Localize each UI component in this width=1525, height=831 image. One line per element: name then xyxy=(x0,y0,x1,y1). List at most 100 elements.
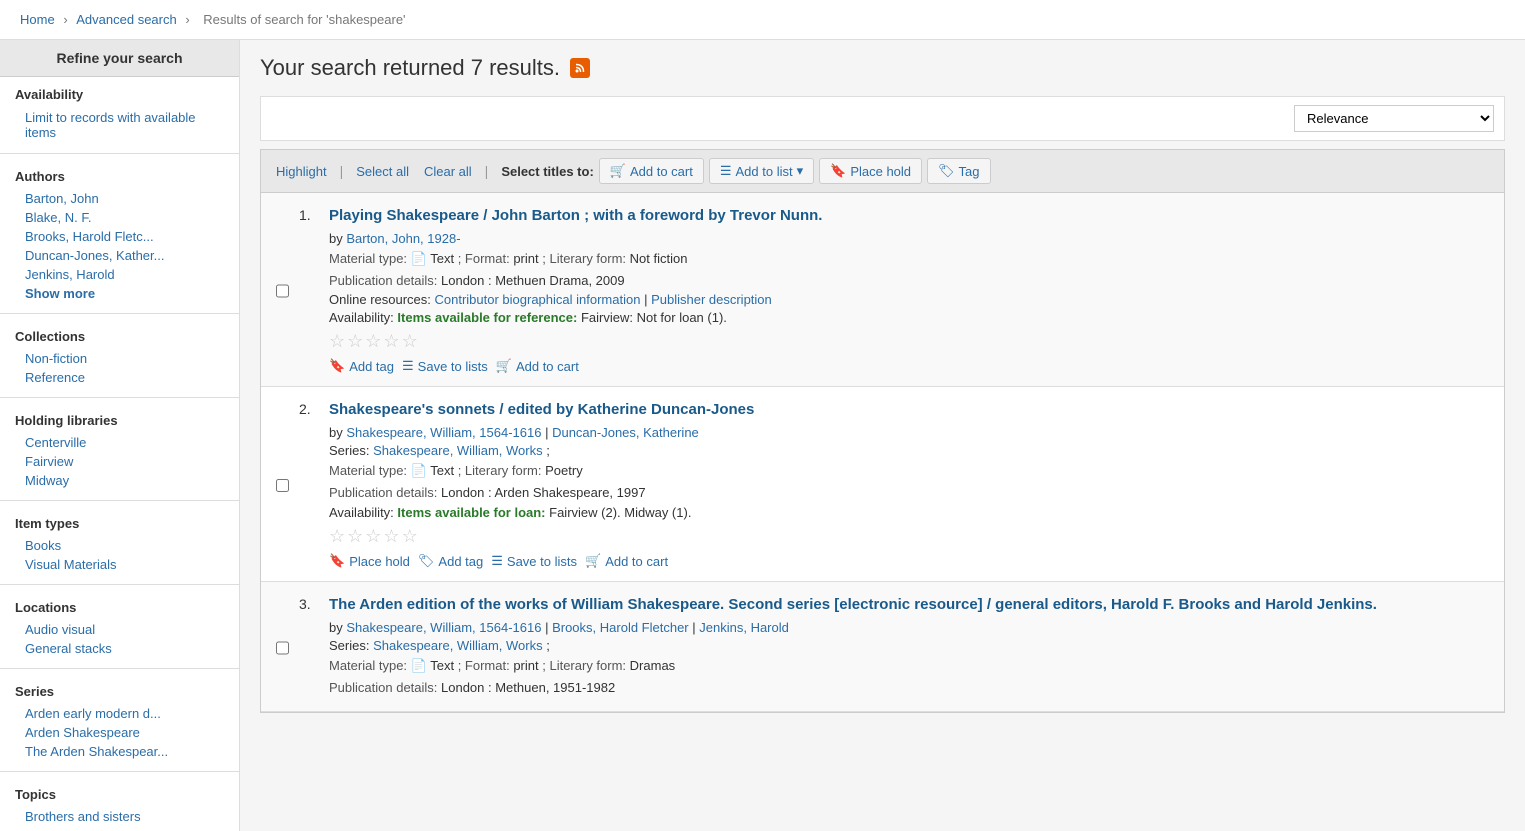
add-tag-link-2[interactable]: 🏷 Add tag xyxy=(418,553,483,569)
save-to-lists-link-2[interactable]: ☰ Save to lists xyxy=(491,553,577,569)
sidebar-availability-link[interactable]: Limit to records with available items xyxy=(15,107,224,143)
result-checkbox-1[interactable] xyxy=(276,208,289,374)
result-author-2-1[interactable]: Duncan-Jones, Katherine xyxy=(552,425,699,440)
sidebar-library-1[interactable]: Fairview xyxy=(15,452,224,471)
online-link-1-0[interactable]: Contributor biographical information xyxy=(435,292,641,307)
sidebar-availability-label: Availability xyxy=(15,87,224,102)
star-1-5[interactable]: ☆ xyxy=(402,331,418,352)
result-item-3: 3. The Arden edition of the works of Wil… xyxy=(261,582,1504,712)
sidebar-series-0[interactable]: Arden early modern d... xyxy=(15,704,224,723)
result-author-1-0[interactable]: Barton, John, 1928- xyxy=(346,231,460,246)
sidebar-series-2[interactable]: The Arden Shakespear... xyxy=(15,742,224,761)
highlight-button[interactable]: Highlight xyxy=(271,162,332,181)
toolbar-sep1: | xyxy=(340,163,344,179)
star-1-2[interactable]: ☆ xyxy=(347,331,363,352)
result-author-3-1[interactable]: Brooks, Harold Fletcher xyxy=(552,620,689,635)
material-icon-1: 📄 xyxy=(411,251,427,266)
avail-status-2: Items available for loan: xyxy=(397,505,545,520)
results-container: 1. Playing Shakespeare / John Barton ; w… xyxy=(260,192,1505,713)
result-byline-1: by Barton, John, 1928- xyxy=(329,231,1489,246)
series-link-2[interactable]: Shakespeare, William, Works xyxy=(373,443,543,458)
online-link-1-1[interactable]: Publisher description xyxy=(651,292,772,307)
add-to-cart-link-2[interactable]: 🛒 Add to cart xyxy=(585,553,668,569)
tag-icon-2: 🏷 xyxy=(418,553,435,569)
result-stars-1[interactable]: ☆ ☆ ☆ ☆ ☆ xyxy=(329,331,1489,352)
sidebar-authors-label: Authors xyxy=(15,169,224,184)
result-checkbox-3[interactable] xyxy=(276,597,289,699)
material-icon-3: 📄 xyxy=(411,658,427,673)
result-actions-1: 🔖 Add tag ☰ Save to lists 🛒 Add to cart xyxy=(329,358,1489,374)
result-publication-3: Publication details: London : Methuen, 1… xyxy=(329,678,1489,698)
series-link-3[interactable]: Shakespeare, William, Works xyxy=(373,638,543,653)
select-all-button[interactable]: Select all xyxy=(351,162,414,181)
result-author-3-2[interactable]: Jenkins, Harold xyxy=(699,620,789,635)
sidebar-topic-0[interactable]: Brothers and sisters xyxy=(15,807,224,826)
star-1-4[interactable]: ☆ xyxy=(383,331,399,352)
sidebar-author-1[interactable]: Blake, N. F. xyxy=(15,208,224,227)
sidebar-itemtypes-section: Item types Books Visual Materials xyxy=(0,506,239,579)
result-title-3[interactable]: The Arden edition of the works of Willia… xyxy=(329,594,1489,615)
sidebar-author-4[interactable]: Jenkins, Harold xyxy=(15,265,224,284)
sidebar-location-0[interactable]: Audio visual xyxy=(15,620,224,639)
toolbar-add-to-cart-button[interactable]: 🛒 Add to cart xyxy=(599,158,704,184)
material-type-label-1: Material type: xyxy=(329,251,411,266)
sidebar-author-3[interactable]: Duncan-Jones, Kather... xyxy=(15,246,224,265)
save-to-lists-link-1[interactable]: ☰ Save to lists xyxy=(402,358,488,374)
sidebar-author-2[interactable]: Brooks, Harold Fletc... xyxy=(15,227,224,246)
toolbar-tag-button[interactable]: 🏷 Tag xyxy=(927,158,990,184)
hold-icon: 🔖 xyxy=(830,163,846,179)
result-publication-1: Publication details: London : Methuen Dr… xyxy=(329,271,1489,291)
result-author-2-0[interactable]: Shakespeare, William, 1564-1616 xyxy=(346,425,541,440)
sidebar-collection-1[interactable]: Reference xyxy=(15,368,224,387)
format-value-3: print xyxy=(513,658,538,673)
sidebar-collection-0[interactable]: Non-fiction xyxy=(15,349,224,368)
sidebar-library-2[interactable]: Midway xyxy=(15,471,224,490)
sort-select[interactable]: Relevance Author Title Date xyxy=(1294,105,1494,132)
result-title-1[interactable]: Playing Shakespeare / John Barton ; with… xyxy=(329,205,1489,226)
sidebar-collections-label: Collections xyxy=(15,329,224,344)
result-title-2[interactable]: Shakespeare's sonnets / edited by Kather… xyxy=(329,399,1489,420)
result-actions-2: 🔖 Place hold 🏷 Add tag ☰ Save to lists 🛒… xyxy=(329,553,1489,569)
sidebar-author-0[interactable]: Barton, John xyxy=(15,189,224,208)
result-meta-material-1: Material type: 📄 Text ; Format: print ; … xyxy=(329,249,1489,269)
star-1-3[interactable]: ☆ xyxy=(365,331,381,352)
star-2-4[interactable]: ☆ xyxy=(383,526,399,547)
sidebar-itemtype-0[interactable]: Books xyxy=(15,536,224,555)
literary-value-2: Poetry xyxy=(545,463,583,478)
result-series-3: Series: Shakespeare, William, Works ; xyxy=(329,638,1489,653)
result-byline-2: by Shakespeare, William, 1564-1616 | Dun… xyxy=(329,425,1489,440)
sidebar-location-1[interactable]: General stacks xyxy=(15,639,224,658)
rss-icon[interactable] xyxy=(570,58,590,78)
result-body-1: Playing Shakespeare / John Barton ; with… xyxy=(329,205,1489,374)
breadcrumb-advanced-search[interactable]: Advanced search xyxy=(76,12,176,27)
by-label-3: by xyxy=(329,620,346,635)
sidebar-series-1[interactable]: Arden Shakespeare xyxy=(15,723,224,742)
star-2-1[interactable]: ☆ xyxy=(329,526,345,547)
add-tag-link-1[interactable]: 🔖 Add tag xyxy=(329,358,394,374)
place-hold-link-2[interactable]: 🔖 Place hold xyxy=(329,553,410,569)
result-item-1: 1. Playing Shakespeare / John Barton ; w… xyxy=(261,193,1504,387)
material-text-2: Text xyxy=(430,463,454,478)
result-num-3: 3. xyxy=(299,596,319,699)
star-2-5[interactable]: ☆ xyxy=(402,526,418,547)
avail-detail-2: Fairview (2). Midway (1). xyxy=(549,505,691,520)
tag-icon-1: 🔖 xyxy=(329,358,345,374)
material-icon-2: 📄 xyxy=(411,463,427,478)
result-checkbox-2[interactable] xyxy=(276,402,289,569)
toolbar-place-hold-button[interactable]: 🔖 Place hold xyxy=(819,158,922,184)
result-author-3-0[interactable]: Shakespeare, William, 1564-1616 xyxy=(346,620,541,635)
clear-all-button[interactable]: Clear all xyxy=(419,162,477,181)
add-to-cart-link-1[interactable]: 🛒 Add to cart xyxy=(496,358,579,374)
star-2-2[interactable]: ☆ xyxy=(347,526,363,547)
star-2-3[interactable]: ☆ xyxy=(365,526,381,547)
sidebar-itemtype-1[interactable]: Visual Materials xyxy=(15,555,224,574)
sidebar-show-more[interactable]: Show more xyxy=(15,284,224,303)
sidebar-locations-section: Locations Audio visual General stacks xyxy=(0,590,239,663)
toolbar-add-to-list-button[interactable]: ☰ Add to list ▾ xyxy=(709,158,814,184)
sidebar-libraries-section: Holding libraries Centerville Fairview M… xyxy=(0,403,239,495)
breadcrumb-home[interactable]: Home xyxy=(20,12,55,27)
sidebar-library-0[interactable]: Centerville xyxy=(15,433,224,452)
cart-icon-1: 🛒 xyxy=(496,358,512,374)
result-stars-2[interactable]: ☆ ☆ ☆ ☆ ☆ xyxy=(329,526,1489,547)
star-1-1[interactable]: ☆ xyxy=(329,331,345,352)
